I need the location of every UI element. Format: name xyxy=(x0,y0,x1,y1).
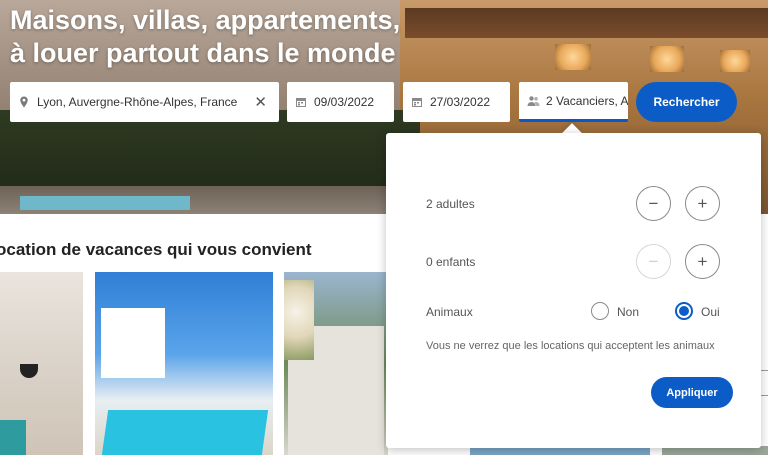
pool-image-detail xyxy=(101,410,269,455)
checkout-field[interactable]: 27/03/2022 xyxy=(403,82,510,122)
lamp-image-detail xyxy=(20,364,38,378)
plus-icon: + xyxy=(697,251,708,271)
location-field[interactable]: Lyon, Auvergne-Rhône-Alpes, France ✕ xyxy=(10,82,279,122)
pets-no-radio[interactable] xyxy=(591,302,609,320)
checkin-value: 09/03/2022 xyxy=(314,95,375,109)
apply-button[interactable]: Appliquer xyxy=(651,377,733,408)
adults-decrement-button[interactable]: − xyxy=(636,186,671,221)
hero-pool xyxy=(20,196,190,210)
pets-no-label[interactable]: Non xyxy=(617,305,639,319)
map-pin-icon xyxy=(18,96,30,108)
guests-popover: 2 adultes − + 0 enfants − + Animaux Non … xyxy=(386,133,761,448)
checkin-field[interactable]: 09/03/2022 xyxy=(287,82,394,122)
calendar-icon xyxy=(411,96,423,108)
hero-window xyxy=(650,46,684,72)
listing-card[interactable] xyxy=(0,272,83,455)
flowers-image-detail xyxy=(284,280,314,360)
hero-title: Maisons, villas, appartements, à louer p… xyxy=(10,4,430,70)
pets-yes-label[interactable]: Oui xyxy=(701,305,720,319)
plus-icon: + xyxy=(697,193,708,213)
minus-icon: − xyxy=(648,193,659,213)
people-icon xyxy=(527,95,540,107)
search-button-label: Recherche xyxy=(653,95,715,109)
children-increment-button[interactable]: + xyxy=(685,244,720,279)
checkout-value: 27/03/2022 xyxy=(430,95,491,109)
pets-note: Vous ne verrez que les locations qui acc… xyxy=(426,340,715,352)
calendar-icon xyxy=(295,96,307,108)
villa-image-detail xyxy=(101,308,165,378)
search-button-label-end: r xyxy=(714,95,720,109)
guests-value: 2 Vacanciers, A xyxy=(546,93,628,108)
close-icon[interactable]: ✕ xyxy=(254,93,267,111)
location-value: Lyon, Auvergne-Rhône-Alpes, France xyxy=(37,95,238,109)
hero-window xyxy=(720,50,750,72)
listing-card[interactable] xyxy=(284,272,388,455)
hero-window xyxy=(555,44,591,70)
adults-label: 2 adultes xyxy=(426,197,475,211)
guests-field[interactable]: 2 Vacanciers, A xyxy=(519,82,628,122)
hero-roof xyxy=(405,8,768,38)
adults-increment-button[interactable]: + xyxy=(685,186,720,221)
pillow-image-detail xyxy=(0,420,26,455)
children-label: 0 enfants xyxy=(426,255,476,269)
children-decrement-button[interactable]: − xyxy=(636,244,671,279)
pets-label: Animaux xyxy=(426,305,473,319)
pets-yes-radio[interactable] xyxy=(675,302,693,320)
listing-card[interactable] xyxy=(95,272,273,455)
minus-icon: − xyxy=(648,251,659,271)
search-button[interactable]: Recherche r xyxy=(636,82,737,122)
hero-title-line: à louer partout dans le monde xyxy=(10,38,396,68)
hero-title-line: Maisons, villas, appartements, xyxy=(10,5,401,35)
section-title: ocation de vacances qui vous convient xyxy=(0,240,312,259)
